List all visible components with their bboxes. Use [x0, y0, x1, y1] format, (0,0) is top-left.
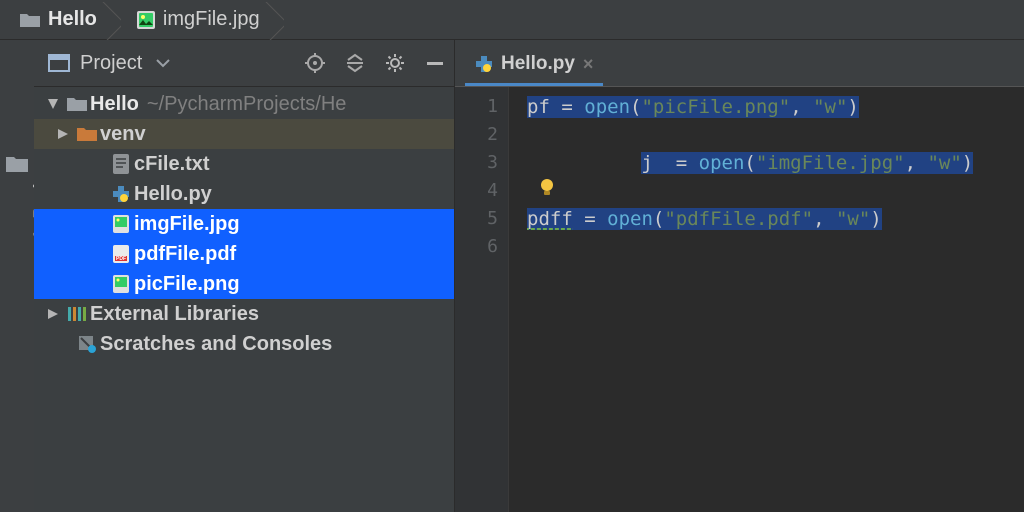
tool-window-tabs: 1: Project [0, 40, 35, 512]
expand-icon[interactable] [42, 98, 64, 110]
folder-icon [20, 12, 40, 28]
image-file-icon [108, 215, 134, 233]
tree-item-venv[interactable]: venv [34, 119, 454, 149]
tree-root[interactable]: Hello ~/PycharmProjects/He [34, 89, 454, 119]
code-line: pf = open("picFile.png", "w") [527, 93, 1024, 121]
editor-tab-label: Hello.py [501, 53, 575, 75]
tree-item-file[interactable]: cFile.txt [34, 149, 454, 179]
code-line: pdff = open("pdfFile.pdf", "w") [527, 205, 1024, 233]
tree-item-external-libraries[interactable]: External Libraries [34, 299, 454, 329]
gutter-line: 4 [455, 177, 498, 205]
project-view-icon[interactable] [48, 52, 70, 74]
tree-item-file[interactable]: imgFile.jpg [34, 209, 454, 239]
python-file-icon [108, 185, 134, 203]
hide-icon[interactable] [424, 52, 446, 74]
locate-icon[interactable] [304, 52, 326, 74]
breadcrumb-item-root[interactable]: Hello [20, 8, 121, 31]
editor-tab-bar: Hello.py × [455, 40, 1024, 87]
gutter-line: 5 [455, 205, 498, 233]
tree-label: picFile.png [134, 273, 240, 296]
scratches-icon [74, 335, 100, 353]
tree-label: pdfFile.pdf [134, 243, 236, 266]
gutter-line: 3 [455, 149, 498, 177]
project-tool-window: Project [34, 40, 455, 512]
breadcrumb-label: imgFile.jpg [163, 8, 260, 31]
project-title: Project [80, 52, 142, 75]
project-tree[interactable]: Hello ~/PycharmProjects/He venv cFile.tx… [34, 87, 454, 512]
editor-code-area[interactable]: pf = open("picFile.png", "w") j = open("… [509, 87, 1024, 512]
tree-label: Hello [90, 93, 139, 116]
tree-label: Scratches and Consoles [100, 333, 332, 356]
breadcrumb-item-file[interactable]: imgFile.jpg [137, 8, 284, 31]
pdf-file-icon: PDF [108, 245, 134, 263]
editor-panel: Hello.py × 1 2 3 4 5 6 pf = open("picFil… [455, 40, 1024, 512]
editor-gutter[interactable]: 1 2 3 4 5 6 [455, 87, 509, 512]
editor-tab[interactable]: Hello.py × [465, 45, 603, 86]
libraries-icon [64, 305, 90, 323]
breadcrumb-label: Hello [48, 8, 97, 31]
image-file-icon [108, 275, 134, 293]
folder-icon [64, 96, 90, 112]
svg-text:PDF: PDF [116, 256, 126, 262]
project-toolbar: Project [34, 40, 454, 87]
expand-icon[interactable] [42, 308, 64, 320]
tree-root-path: ~/PycharmProjects/He [147, 93, 347, 116]
gutter-line: 6 [455, 233, 498, 261]
python-file-icon [475, 55, 493, 73]
tree-item-file[interactable]: picFile.png [34, 269, 454, 299]
tree-label: Hello.py [134, 183, 212, 206]
collapse-all-icon[interactable] [344, 52, 366, 74]
tree-item-file[interactable]: PDF pdfFile.pdf [34, 239, 454, 269]
gutter-line: 2 [455, 121, 498, 149]
tree-label: imgFile.jpg [134, 213, 240, 236]
tree-label: External Libraries [90, 303, 259, 326]
folder-icon [74, 126, 100, 142]
tree-label: cFile.txt [134, 153, 210, 176]
gutter-line: 1 [455, 93, 498, 121]
expand-icon[interactable] [52, 128, 74, 140]
image-icon [137, 11, 155, 29]
code-line: j = open("imgFile.jpg", "w") [527, 121, 1024, 205]
text-file-icon [108, 154, 134, 174]
chevron-down-icon[interactable] [152, 52, 174, 74]
close-icon[interactable]: × [583, 54, 594, 75]
gear-icon[interactable] [384, 52, 406, 74]
tree-item-scratches[interactable]: Scratches and Consoles [34, 329, 454, 359]
project-icon [6, 155, 28, 173]
tree-item-file[interactable]: Hello.py [34, 179, 454, 209]
intention-bulb-icon[interactable] [537, 121, 674, 253]
breadcrumb: Hello imgFile.jpg [0, 0, 1024, 40]
tree-label: venv [100, 123, 146, 146]
tool-tab-project[interactable]: 1: Project [0, 180, 34, 201]
